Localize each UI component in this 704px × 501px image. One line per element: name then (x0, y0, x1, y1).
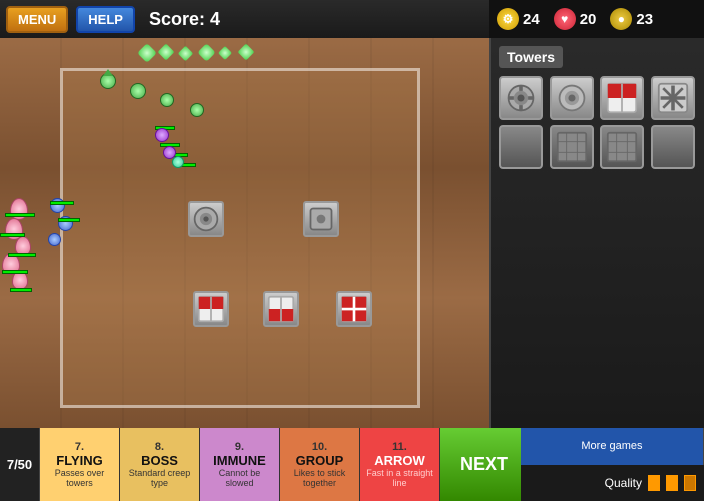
tower-slot-2[interactable] (550, 76, 594, 120)
wave-9-num: 9. (235, 441, 244, 453)
tower-slot-7[interactable] (600, 125, 644, 169)
health-bar-1 (5, 213, 35, 217)
wave-card-11[interactable]: 11. ARROW Fast in a straight line (360, 428, 440, 501)
menu-button[interactable]: MENU (6, 6, 68, 33)
bottom-bar: 7/50 7. FLYING Passes over towers 8. BOS… (0, 428, 704, 501)
wave-7-desc: Passes over towers (44, 468, 115, 488)
wave-11-title: ARROW (374, 453, 425, 468)
tower-slot-1[interactable] (499, 76, 543, 120)
wave-8-num: 8. (155, 441, 164, 453)
board-tower-3[interactable] (193, 291, 229, 327)
creep-green-4 (190, 103, 204, 117)
quality-block-1[interactable] (648, 475, 660, 491)
more-games-button[interactable]: More games (521, 428, 704, 465)
wave-10-num: 10. (312, 441, 327, 453)
heart-icon: ♥ (554, 8, 576, 30)
health-bar-4 (2, 270, 28, 274)
creep-purple-1 (155, 128, 169, 142)
wave-counter: 7/50 (0, 428, 40, 501)
board-tower-5[interactable] (336, 291, 372, 327)
creep-teal-1 (172, 156, 184, 168)
quality-section: Quality (521, 465, 704, 501)
health-bar-3 (8, 253, 36, 257)
towers-label: Towers (499, 46, 563, 68)
board-tower-4[interactable] (263, 291, 299, 327)
resources-panel: ⚙ 24 ♥ 20 ● 23 (489, 0, 704, 38)
board-tower-1[interactable] (188, 201, 224, 237)
creep-green-1 (100, 73, 116, 89)
wave-11-num: 11. (392, 441, 407, 453)
wave-8-desc: Standard creep type (124, 468, 195, 488)
creep-green-3 (160, 93, 174, 107)
gold-icon: ⚙ (497, 8, 519, 30)
heart-resource: ♥ 20 (554, 8, 597, 30)
tower-grid (499, 76, 696, 169)
wave-10-desc: Likes to stick together (284, 468, 355, 488)
wave-card-10[interactable]: 10. GROUP Likes to stick together (280, 428, 360, 501)
gold-resource: ⚙ 24 (497, 8, 540, 30)
quality-block-2[interactable] (666, 475, 678, 491)
creep-green-2 (130, 83, 146, 99)
coin-resource: ● 23 (610, 8, 653, 30)
tower-slot-4[interactable] (651, 76, 695, 120)
quality-label: Quality (605, 476, 642, 490)
tower-slot-3[interactable] (600, 76, 644, 120)
bottom-right: More games Quality (521, 428, 704, 501)
wave-9-desc: Cannot be slowed (204, 468, 275, 488)
wave-11-desc: Fast in a straight line (364, 468, 435, 488)
tower-slot-5[interactable] (499, 125, 543, 169)
health-bar-6 (50, 201, 74, 205)
play-area (60, 68, 420, 408)
health-bar-7 (58, 218, 80, 222)
wave-10-title: GROUP (296, 453, 344, 468)
gold-value: 24 (523, 11, 540, 28)
wave-card-7[interactable]: 7. FLYING Passes over towers (40, 428, 120, 501)
right-sidebar: Towers (489, 38, 704, 428)
next-button[interactable]: NEXT (440, 428, 521, 501)
help-button[interactable]: HELP (76, 6, 135, 33)
wave-8-title: BOSS (141, 453, 178, 468)
wave-7-title: FLYING (56, 453, 102, 468)
game-container: MENU HELP Score: 4 ⚙ 24 ♥ 20 ● 23 (0, 0, 704, 501)
health-bar-2 (0, 233, 25, 237)
heart-value: 20 (580, 11, 597, 28)
wave-card-8[interactable]: 8. BOSS Standard creep type (120, 428, 200, 501)
tower-slot-6[interactable] (550, 125, 594, 169)
board-tower-2[interactable] (303, 201, 339, 237)
wave-7-num: 7. (75, 441, 84, 453)
wave-card-9[interactable]: 9. IMMUNE Cannot be slowed (200, 428, 280, 501)
coin-value: 23 (636, 11, 653, 28)
score-display: Score: 4 (149, 9, 220, 30)
wave-9-title: IMMUNE (213, 453, 266, 468)
tower-slot-8[interactable] (651, 125, 695, 169)
quality-block-3[interactable] (684, 475, 696, 491)
coin-icon: ● (610, 8, 632, 30)
game-board[interactable] (0, 38, 489, 428)
health-bar-5 (10, 288, 32, 292)
